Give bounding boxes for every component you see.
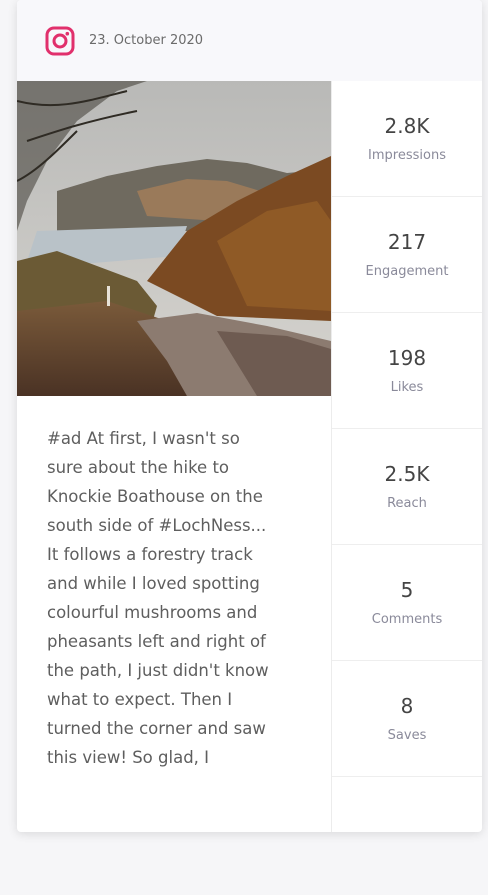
post-image[interactable]: [17, 81, 331, 396]
stat-reach: 2.5K Reach: [332, 429, 482, 545]
stat-label: Likes: [390, 380, 424, 395]
stat-label: Impressions: [368, 148, 446, 163]
post-caption: #ad At first, I wasn't so sure about the…: [47, 429, 269, 767]
stat-label: Engagement: [365, 264, 449, 279]
stat-value: 217: [387, 230, 427, 254]
stat-value: 8: [400, 694, 414, 718]
stat-comments: 5 Comments: [332, 545, 482, 661]
stat-value: 2.8K: [384, 114, 430, 138]
stat-value: 5: [400, 578, 414, 602]
stat-label: Comments: [371, 612, 443, 627]
stat-impressions: 2.8K Impressions: [332, 81, 482, 197]
stat-engagement: 217 Engagement: [332, 197, 482, 313]
stat-saves: 8 Saves: [332, 661, 482, 777]
post-header: 23. October 2020: [17, 0, 482, 81]
post-card[interactable]: 23. October 2020 #ad At first, I wasn't …: [17, 0, 482, 832]
stat-value: 2.5K: [384, 462, 430, 486]
stat-label: Saves: [387, 728, 427, 743]
stat-likes: 198 Likes: [332, 313, 482, 429]
post-date: 23. October 2020: [89, 33, 204, 48]
stat-label: Reach: [387, 496, 427, 511]
post-stats: 2.8K Impressions 217 Engagement 198 Like…: [332, 81, 482, 777]
instagram-icon[interactable]: [45, 26, 75, 56]
stat-value: 198: [387, 346, 427, 370]
